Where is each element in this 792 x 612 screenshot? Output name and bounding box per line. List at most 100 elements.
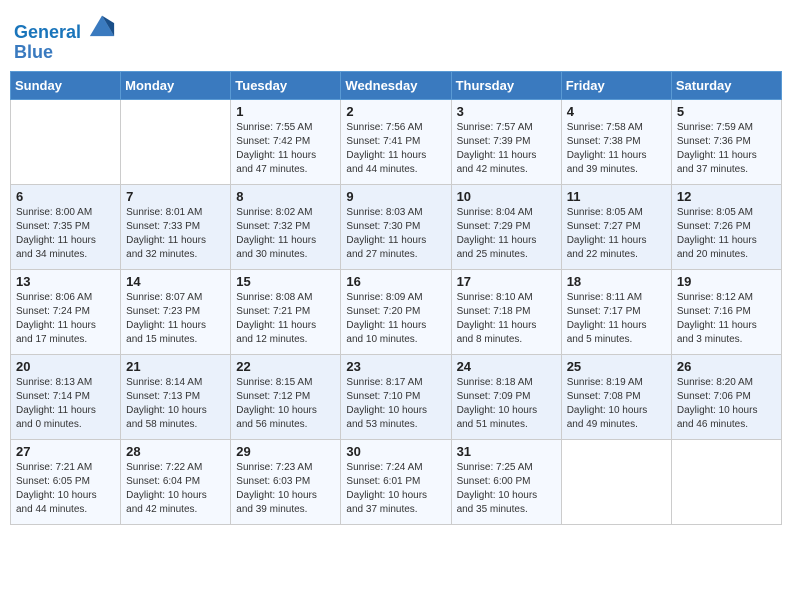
day-info: Sunrise: 8:15 AM Sunset: 7:12 PM Dayligh… xyxy=(236,376,335,432)
calendar-cell: 30Sunrise: 7:24 AM Sunset: 6:01 PM Dayli… xyxy=(341,439,451,524)
day-info: Sunrise: 7:57 AM Sunset: 7:39 PM Dayligh… xyxy=(457,121,556,177)
day-info: Sunrise: 8:05 AM Sunset: 7:27 PM Dayligh… xyxy=(567,206,666,262)
day-number: 2 xyxy=(346,104,445,119)
calendar-table: SundayMondayTuesdayWednesdayThursdayFrid… xyxy=(10,71,782,525)
calendar-cell: 8 Sunrise: 8:02 AM Sunset: 7:32 PM Daylig… xyxy=(231,184,341,269)
day-info: Sunrise: 8:12 AM Sunset: 7:16 PM Dayligh… xyxy=(677,291,776,347)
logo-blue: Blue xyxy=(14,42,53,62)
day-number: 31 xyxy=(457,444,556,459)
calendar-week-4: 20 Sunrise: 8:13 AM Sunset: 7:14 PM Dayli… xyxy=(11,354,782,439)
weekday-header-wednesday: Wednesday xyxy=(341,71,451,99)
calendar-cell: 3 Sunrise: 7:57 AM Sunset: 7:39 PM Daylig… xyxy=(451,99,561,184)
weekday-header-thursday: Thursday xyxy=(451,71,561,99)
day-number: 29 xyxy=(236,444,335,459)
calendar-cell: 4Sunrise: 7:58 AM Sunset: 7:38 PM Daylig… xyxy=(561,99,671,184)
day-info: Sunrise: 8:18 AM Sunset: 7:09 PM Dayligh… xyxy=(457,376,556,432)
day-info: Sunrise: 8:06 AM Sunset: 7:24 PM Dayligh… xyxy=(16,291,115,347)
calendar-cell xyxy=(121,99,231,184)
weekday-header-row: SundayMondayTuesdayWednesdayThursdayFrid… xyxy=(11,71,782,99)
day-number: 8 xyxy=(236,189,335,204)
weekday-header-friday: Friday xyxy=(561,71,671,99)
calendar-cell: 19 Sunrise: 8:12 AM Sunset: 7:16 PM Dayli… xyxy=(671,269,781,354)
weekday-header-tuesday: Tuesday xyxy=(231,71,341,99)
calendar-week-2: 6 Sunrise: 8:00 AM Sunset: 7:35 PM Daylig… xyxy=(11,184,782,269)
calendar-cell: 6 Sunrise: 8:00 AM Sunset: 7:35 PM Daylig… xyxy=(11,184,121,269)
calendar-cell: 24Sunrise: 8:18 AM Sunset: 7:09 PM Dayli… xyxy=(451,354,561,439)
calendar-cell: 25 Sunrise: 8:19 AM Sunset: 7:08 PM Dayli… xyxy=(561,354,671,439)
day-info: Sunrise: 7:25 AM Sunset: 6:00 PM Dayligh… xyxy=(457,461,556,517)
day-number: 18 xyxy=(567,274,666,289)
calendar-cell xyxy=(671,439,781,524)
day-info: Sunrise: 8:00 AM Sunset: 7:35 PM Dayligh… xyxy=(16,206,115,262)
day-number: 10 xyxy=(457,189,556,204)
calendar-cell: 20 Sunrise: 8:13 AM Sunset: 7:14 PM Dayli… xyxy=(11,354,121,439)
calendar-cell xyxy=(561,439,671,524)
calendar-cell: 27 Sunrise: 7:21 AM Sunset: 6:05 PM Dayli… xyxy=(11,439,121,524)
day-number: 9 xyxy=(346,189,445,204)
day-info: Sunrise: 8:11 AM Sunset: 7:17 PM Dayligh… xyxy=(567,291,666,347)
weekday-header-monday: Monday xyxy=(121,71,231,99)
calendar-cell: 18 Sunrise: 8:11 AM Sunset: 7:17 PM Dayli… xyxy=(561,269,671,354)
day-number: 12 xyxy=(677,189,776,204)
day-info: Sunrise: 7:22 AM Sunset: 6:04 PM Dayligh… xyxy=(126,461,225,517)
calendar-cell: 5Sunrise: 7:59 AM Sunset: 7:36 PM Daylig… xyxy=(671,99,781,184)
day-number: 14 xyxy=(126,274,225,289)
day-number: 19 xyxy=(677,274,776,289)
day-info: Sunrise: 7:23 AM Sunset: 6:03 PM Dayligh… xyxy=(236,461,335,517)
day-info: Sunrise: 8:04 AM Sunset: 7:29 PM Dayligh… xyxy=(457,206,556,262)
day-number: 3 xyxy=(457,104,556,119)
day-info: Sunrise: 8:14 AM Sunset: 7:13 PM Dayligh… xyxy=(126,376,225,432)
day-number: 11 xyxy=(567,189,666,204)
day-number: 15 xyxy=(236,274,335,289)
day-info: Sunrise: 8:20 AM Sunset: 7:06 PM Dayligh… xyxy=(677,376,776,432)
day-number: 16 xyxy=(346,274,445,289)
day-number: 28 xyxy=(126,444,225,459)
calendar-cell: 17 Sunrise: 8:10 AM Sunset: 7:18 PM Dayli… xyxy=(451,269,561,354)
calendar-week-1: 1 Sunrise: 7:55 AM Sunset: 7:42 PM Daylig… xyxy=(11,99,782,184)
day-number: 7 xyxy=(126,189,225,204)
day-info: Sunrise: 7:56 AM Sunset: 7:41 PM Dayligh… xyxy=(346,121,445,177)
weekday-header-saturday: Saturday xyxy=(671,71,781,99)
weekday-header-sunday: Sunday xyxy=(11,71,121,99)
day-info: Sunrise: 8:02 AM Sunset: 7:32 PM Dayligh… xyxy=(236,206,335,262)
day-info: Sunrise: 8:19 AM Sunset: 7:08 PM Dayligh… xyxy=(567,376,666,432)
logo: General Blue xyxy=(14,10,116,63)
calendar-cell: 10 Sunrise: 8:04 AM Sunset: 7:29 PM Dayli… xyxy=(451,184,561,269)
day-number: 6 xyxy=(16,189,115,204)
calendar-cell: 7 Sunrise: 8:01 AM Sunset: 7:33 PM Daylig… xyxy=(121,184,231,269)
calendar-body: 1 Sunrise: 7:55 AM Sunset: 7:42 PM Daylig… xyxy=(11,99,782,524)
calendar-cell: 9 Sunrise: 8:03 AM Sunset: 7:30 PM Daylig… xyxy=(341,184,451,269)
day-number: 17 xyxy=(457,274,556,289)
day-number: 25 xyxy=(567,359,666,374)
day-number: 27 xyxy=(16,444,115,459)
day-info: Sunrise: 8:17 AM Sunset: 7:10 PM Dayligh… xyxy=(346,376,445,432)
day-number: 5 xyxy=(677,104,776,119)
day-info: Sunrise: 8:03 AM Sunset: 7:30 PM Dayligh… xyxy=(346,206,445,262)
calendar-cell: 28 Sunrise: 7:22 AM Sunset: 6:04 PM Dayli… xyxy=(121,439,231,524)
day-info: Sunrise: 8:13 AM Sunset: 7:14 PM Dayligh… xyxy=(16,376,115,432)
day-info: Sunrise: 8:10 AM Sunset: 7:18 PM Dayligh… xyxy=(457,291,556,347)
day-info: Sunrise: 8:01 AM Sunset: 7:33 PM Dayligh… xyxy=(126,206,225,262)
calendar-cell: 15Sunrise: 8:08 AM Sunset: 7:21 PM Dayli… xyxy=(231,269,341,354)
calendar-cell: 14 Sunrise: 8:07 AM Sunset: 7:23 PM Dayli… xyxy=(121,269,231,354)
day-number: 13 xyxy=(16,274,115,289)
calendar-cell: 11 Sunrise: 8:05 AM Sunset: 7:27 PM Dayli… xyxy=(561,184,671,269)
calendar-cell: 21Sunrise: 8:14 AM Sunset: 7:13 PM Dayli… xyxy=(121,354,231,439)
day-number: 22 xyxy=(236,359,335,374)
calendar-cell: 12 Sunrise: 8:05 AM Sunset: 7:26 PM Dayli… xyxy=(671,184,781,269)
day-info: Sunrise: 7:21 AM Sunset: 6:05 PM Dayligh… xyxy=(16,461,115,517)
calendar-cell: 22 Sunrise: 8:15 AM Sunset: 7:12 PM Dayli… xyxy=(231,354,341,439)
day-number: 20 xyxy=(16,359,115,374)
calendar-cell: 16 Sunrise: 8:09 AM Sunset: 7:20 PM Dayli… xyxy=(341,269,451,354)
logo-general: General xyxy=(14,22,81,42)
day-info: Sunrise: 8:07 AM Sunset: 7:23 PM Dayligh… xyxy=(126,291,225,347)
day-info: Sunrise: 8:05 AM Sunset: 7:26 PM Dayligh… xyxy=(677,206,776,262)
logo-icon xyxy=(88,10,116,38)
calendar-cell: 13 Sunrise: 8:06 AM Sunset: 7:24 PM Dayli… xyxy=(11,269,121,354)
day-number: 4 xyxy=(567,104,666,119)
day-number: 1 xyxy=(236,104,335,119)
day-info: Sunrise: 7:55 AM Sunset: 7:42 PM Dayligh… xyxy=(236,121,335,177)
day-info: Sunrise: 8:09 AM Sunset: 7:20 PM Dayligh… xyxy=(346,291,445,347)
calendar-cell: 31 Sunrise: 7:25 AM Sunset: 6:00 PM Dayli… xyxy=(451,439,561,524)
day-number: 23 xyxy=(346,359,445,374)
